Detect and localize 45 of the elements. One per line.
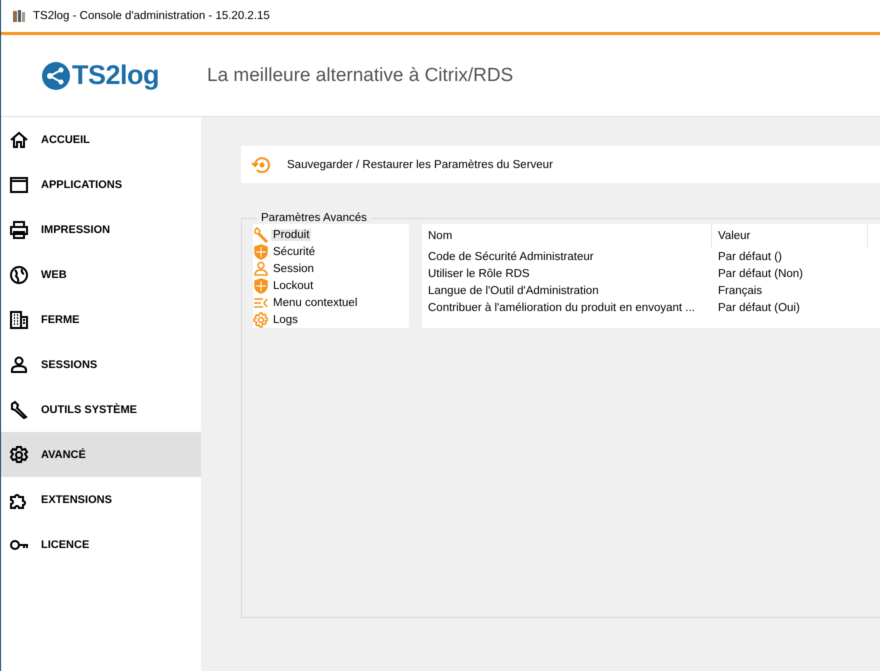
gear-icon <box>253 312 269 328</box>
tree-item[interactable]: Lockout <box>271 280 316 292</box>
tagline: La meilleure alternative à Citrix/RDS <box>207 64 514 86</box>
table-cell-text: Langue de l'Outil d'Administration <box>427 284 600 296</box>
nav-item[interactable]: OUTILS SYSTÈME <box>1 387 201 432</box>
logo-icon <box>41 60 71 90</box>
home-icon <box>9 130 29 150</box>
group-title: Paramètres Avancés <box>260 212 368 224</box>
person-icon <box>253 260 269 276</box>
tree-item[interactable]: Produit <box>271 228 312 240</box>
table-cell-text: Par défaut (Non) <box>717 268 804 280</box>
window-title: TS2log - Console d'administration - 15.20.2.15 <box>33 10 270 22</box>
column-header[interactable]: Nom <box>422 224 712 248</box>
nav-item[interactable]: SESSIONS <box>1 342 201 387</box>
nav-item[interactable]: LICENCE <box>1 522 201 567</box>
table-cell-text: Par défaut (Oui) <box>717 302 800 314</box>
nav-item[interactable]: WEB <box>1 252 201 297</box>
table-cell-text: Code de Sécurité Administrateur <box>427 250 595 262</box>
tree-item[interactable]: Sécurité <box>271 246 318 258</box>
globe-icon <box>9 264 29 284</box>
nav-item[interactable]: AVANCÉ <box>1 432 201 477</box>
column-header[interactable]: Valeur <box>712 224 868 248</box>
app-icon <box>11 8 27 24</box>
nav-item[interactable]: ACCUEIL <box>1 117 201 162</box>
tree-item[interactable]: Logs <box>271 314 300 326</box>
backup-restore-bar[interactable]: Sauvegarder / Restaurer les Paramètres du Serveur <box>241 146 880 183</box>
gear-icon <box>9 444 29 464</box>
person-icon <box>9 354 29 374</box>
window-icon <box>9 174 29 194</box>
tree-item[interactable]: Menu contextuel <box>271 296 360 308</box>
table-cell-text: Par défaut () <box>717 250 782 262</box>
restore-icon <box>251 154 271 174</box>
wrench-icon <box>253 226 269 242</box>
nav-item[interactable]: EXTENSIONS <box>1 477 201 522</box>
tree-item[interactable]: Session <box>271 262 316 274</box>
printer-icon <box>9 220 29 240</box>
wrench-icon <box>9 400 29 420</box>
table-cell-text: Contribuer à l'amélioration du produit en envoyant ... <box>427 302 696 314</box>
building-icon <box>9 310 29 330</box>
nav-item[interactable]: IMPRESSION <box>1 207 201 252</box>
logo-text: TS2log <box>72 60 160 91</box>
nav-item[interactable]: FERME <box>1 297 201 342</box>
table-cell-text: Français <box>717 284 762 296</box>
nav-item[interactable]: APPLICATIONS <box>1 162 201 207</box>
table-cell-text: Utiliser le Rôle RDS <box>427 268 531 280</box>
